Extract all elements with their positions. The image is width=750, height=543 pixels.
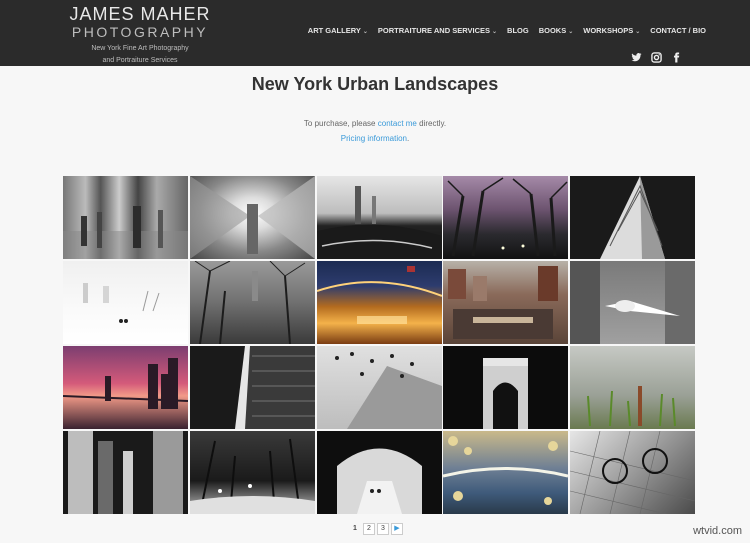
gallery-thumbnail[interactable] bbox=[443, 261, 569, 344]
gallery-thumbnail[interactable] bbox=[189, 346, 315, 429]
pricing-note: Pricing information. bbox=[340, 134, 410, 143]
gallery-thumbnail[interactable] bbox=[443, 431, 569, 514]
gallery-thumbnail[interactable] bbox=[570, 431, 695, 514]
gallery-thumbnail[interactable] bbox=[63, 431, 188, 514]
site-header: JAMES MAHER PHOTOGRAPHY New York Fine Ar… bbox=[0, 0, 750, 66]
page-3-button[interactable]: 3 bbox=[377, 523, 389, 535]
brand-name: JAMES MAHER bbox=[69, 4, 211, 24]
chevron-down-icon: ⌄ bbox=[635, 29, 641, 35]
nav-item-blog[interactable]: BLOG bbox=[507, 26, 529, 35]
brand-tagline-2: and Portraiture Services bbox=[102, 57, 178, 64]
brand-logo[interactable]: JAMES MAHER PHOTOGRAPHY New York Fine Ar… bbox=[60, 4, 220, 67]
chevron-down-icon: ⌄ bbox=[568, 29, 574, 35]
twitter-icon[interactable] bbox=[631, 52, 642, 63]
gallery-thumbnail[interactable] bbox=[316, 346, 442, 429]
pricing-information-link[interactable]: Pricing information bbox=[341, 134, 407, 143]
contact-me-link[interactable]: contact me bbox=[378, 119, 417, 128]
next-page-button[interactable]: ▶ bbox=[391, 523, 403, 535]
gallery-thumbnail[interactable] bbox=[189, 261, 315, 344]
brand-subtitle: PHOTOGRAPHY bbox=[71, 24, 209, 40]
instagram-icon[interactable] bbox=[651, 52, 662, 63]
gallery-thumbnail[interactable] bbox=[63, 176, 188, 259]
gallery-thumbnail[interactable] bbox=[63, 261, 188, 344]
gallery-thumbnail[interactable] bbox=[316, 261, 442, 344]
gallery-thumbnail[interactable] bbox=[443, 346, 569, 429]
pagination: 1 2 3 ▶ bbox=[349, 523, 403, 535]
gallery-thumbnail[interactable] bbox=[443, 176, 569, 259]
nav-item-art-gallery[interactable]: ART GALLERY ⌄ bbox=[308, 26, 368, 35]
social-links bbox=[631, 52, 682, 63]
nav-item-books[interactable]: BOOKS ⌄ bbox=[539, 26, 574, 35]
gallery-thumbnail[interactable] bbox=[570, 346, 695, 429]
chevron-down-icon: ⌄ bbox=[362, 29, 368, 35]
watermark: wtvid.com bbox=[693, 525, 742, 537]
brand-tagline-1: New York Fine Art Photography bbox=[91, 45, 189, 52]
chevron-down-icon: ⌄ bbox=[492, 29, 498, 35]
photo-gallery-grid bbox=[63, 176, 695, 515]
facebook-icon[interactable] bbox=[671, 52, 682, 63]
main-nav: ART GALLERY ⌄ PORTRAITURE AND SERVICES ⌄ B… bbox=[308, 26, 706, 35]
nav-item-workshops[interactable]: WORKSHOPS ⌄ bbox=[583, 26, 640, 35]
gallery-thumbnail[interactable] bbox=[570, 176, 695, 259]
gallery-thumbnail[interactable] bbox=[189, 176, 315, 259]
page-title: New York Urban Landscapes bbox=[251, 74, 499, 94]
gallery-thumbnail[interactable] bbox=[189, 431, 315, 514]
gallery-thumbnail[interactable] bbox=[316, 176, 442, 259]
gallery-thumbnail[interactable] bbox=[63, 346, 188, 429]
page-2-button[interactable]: 2 bbox=[363, 523, 375, 535]
nav-item-contact-bio[interactable]: CONTACT / BIO bbox=[650, 26, 706, 35]
nav-item-portraiture[interactable]: PORTRAITURE AND SERVICES ⌄ bbox=[378, 26, 497, 35]
page-1-button[interactable]: 1 bbox=[349, 523, 361, 535]
purchase-note: To purchase, please contact me directly. bbox=[303, 119, 447, 128]
gallery-thumbnail[interactable] bbox=[570, 261, 695, 344]
gallery-thumbnail[interactable] bbox=[316, 431, 442, 514]
